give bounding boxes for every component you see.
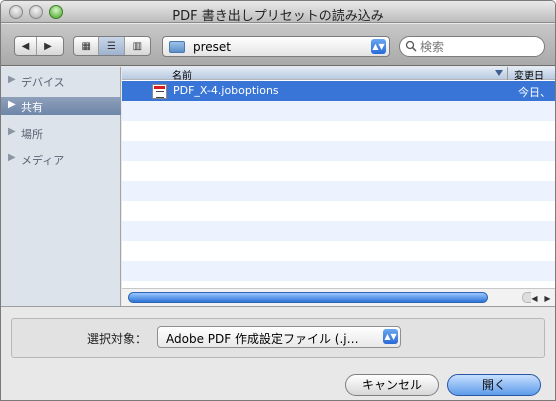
sidebar-item-shared[interactable]: ▶ 共有 — [1, 97, 121, 115]
empty-row — [122, 201, 555, 221]
disclosure-triangle-icon[interactable]: ▶ — [8, 126, 16, 137]
scroll-right-icon[interactable]: ▶ — [541, 290, 554, 306]
sidebar-item-label: 場所 — [21, 128, 43, 141]
file-format-select[interactable]: Adobe PDF 作成設定ファイル (.j… ▲▼ — [157, 326, 401, 348]
chevron-updown-icon: ▲▼ — [371, 39, 386, 54]
file-rows: PDF_X-4.joboptions 今日、 — [122, 81, 555, 301]
scroll-left-icon[interactable]: ◀ — [528, 290, 541, 306]
forward-button[interactable]: ▶ — [37, 37, 59, 55]
empty-row — [122, 101, 555, 121]
sidebar-item-places[interactable]: ▶ 場所 — [1, 124, 121, 142]
format-options: 選択対象： Adobe PDF 作成設定ファイル (.j… ▲▼ — [11, 318, 545, 358]
chevron-updown-icon: ▲▼ — [383, 329, 398, 344]
list-view-button[interactable]: ☰ — [99, 37, 125, 55]
empty-row — [122, 161, 555, 181]
view-mode-buttons: ▦ ☰ ▥ — [73, 36, 151, 56]
file-row[interactable]: PDF_X-4.joboptions 今日、 — [122, 81, 555, 101]
folder-icon — [169, 41, 185, 53]
disclosure-triangle-icon[interactable]: ▶ — [8, 74, 16, 85]
sidebar-item-label: 共有 — [21, 101, 43, 114]
disclosure-triangle-icon[interactable]: ▶ — [8, 99, 16, 110]
scrollbar-thumb[interactable] — [128, 292, 488, 303]
search-field[interactable] — [399, 36, 545, 57]
joboptions-file-icon — [152, 84, 167, 99]
date-column-header[interactable]: 変更日 — [514, 67, 544, 82]
cancel-button[interactable]: キャンセル — [345, 374, 439, 396]
title-bar: PDF 書き出しプリセットの読み込み — [1, 1, 555, 24]
file-date: 今日、 — [518, 86, 551, 99]
file-format-value: Adobe PDF 作成設定ファイル (.j… — [166, 332, 359, 346]
column-header: 名前 変更日 — [122, 67, 555, 82]
horizontal-scrollbar[interactable]: ◀ ▶ — [122, 288, 555, 306]
navigation-buttons: ◀ ▶ — [14, 36, 64, 56]
name-column-header[interactable]: 名前 — [122, 67, 508, 82]
sidebar-item-label: デバイス — [21, 76, 65, 89]
format-label: 選択対象： — [87, 332, 148, 346]
sidebar-item-devices[interactable]: ▶ デバイス — [1, 72, 121, 90]
icon-view-button[interactable]: ▦ — [74, 37, 100, 55]
back-button[interactable]: ◀ — [15, 37, 37, 55]
empty-row — [122, 241, 555, 261]
open-dialog-window: PDF 書き出しプリセットの読み込み ◀ ▶ ▦ ☰ ▥ preset ▲▼ ▶ — [0, 0, 556, 401]
bottom-panel: 選択対象： Adobe PDF 作成設定ファイル (.j… ▲▼ キャンセル 開… — [1, 306, 555, 400]
disclosure-triangle-icon[interactable]: ▶ — [8, 152, 16, 163]
name-column-label: 名前 — [172, 71, 192, 82]
column-view-button[interactable]: ▥ — [125, 37, 150, 55]
empty-row — [122, 261, 555, 281]
window-title: PDF 書き出しプリセットの読み込み — [172, 9, 384, 24]
empty-row — [122, 181, 555, 201]
open-button[interactable]: 開く — [447, 374, 541, 396]
toolbar: ◀ ▶ ▦ ☰ ▥ preset ▲▼ — [1, 24, 555, 66]
search-input[interactable] — [420, 39, 538, 54]
file-list: 名前 変更日 PDF_X-4.joboptions 今日、 ◀ ▶ — [122, 67, 555, 306]
path-popup[interactable]: preset ▲▼ — [162, 36, 390, 57]
sidebar-item-label: メディア — [21, 154, 65, 167]
sidebar: ▶ デバイス ▶ 共有 ▶ 場所 ▶ メディア — [1, 67, 121, 306]
sort-descending-icon — [495, 70, 503, 76]
file-name: PDF_X-4.joboptions — [173, 84, 279, 97]
empty-row — [122, 121, 555, 141]
sidebar-item-media[interactable]: ▶ メディア — [1, 150, 121, 168]
empty-row — [122, 221, 555, 241]
search-icon — [405, 40, 417, 52]
empty-row — [122, 141, 555, 161]
path-label: preset — [193, 40, 232, 54]
